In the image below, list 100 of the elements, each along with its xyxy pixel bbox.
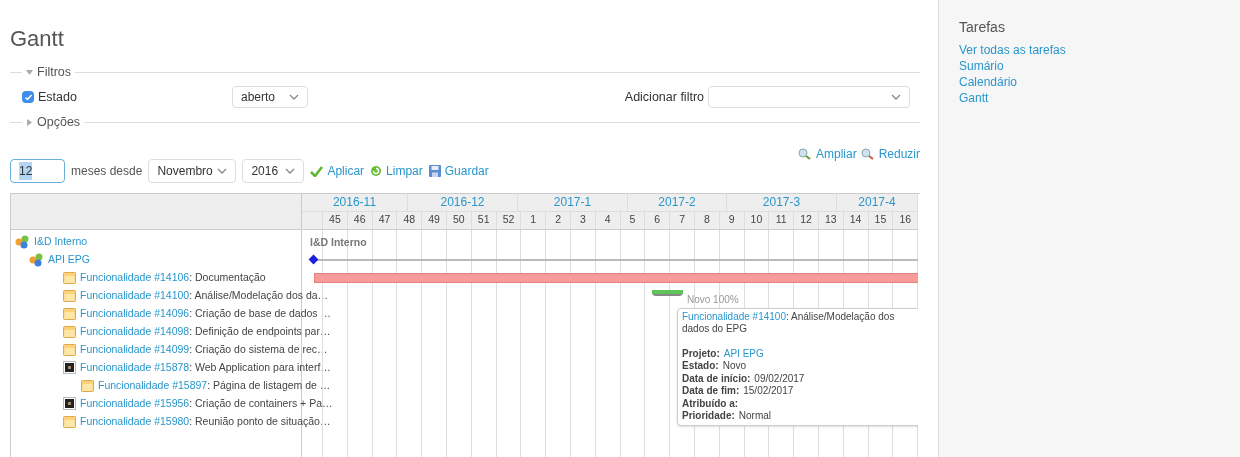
sidebar-link[interactable]: Sumário <box>959 58 1220 74</box>
week-header: 14 <box>843 211 869 229</box>
add-filter-label: Adicionar filtro <box>624 88 704 106</box>
sidebar-link[interactable]: Calendário <box>959 74 1220 90</box>
field-value: Novo <box>722 360 747 373</box>
folder-icon <box>63 343 76 356</box>
chevron-down-icon <box>217 168 228 175</box>
week-header: 12 <box>794 211 819 229</box>
status-select[interactable]: aberto <box>232 86 308 109</box>
week-header: 5 <box>620 211 646 229</box>
issue-subject: : Análise/Modelação dos da… <box>189 287 329 303</box>
week-header: 47 <box>372 211 398 229</box>
issue-subject: : Reunião ponto de situação… <box>189 413 331 429</box>
page-title: Gantt <box>10 25 65 53</box>
week-header: 2 <box>546 211 571 229</box>
filter-label: Estado <box>38 88 77 106</box>
field-value[interactable]: API EPG <box>723 347 764 361</box>
chevron-down-icon <box>891 94 901 101</box>
week-header: 10 <box>744 211 770 229</box>
folder-icon <box>81 379 94 392</box>
field-value: 15/02/2017 <box>743 385 794 398</box>
caret-down-icon <box>26 68 33 76</box>
folder-icon <box>63 325 76 338</box>
section-toggle[interactable]: Opções <box>26 112 81 132</box>
week-header: 1 <box>521 211 547 229</box>
zoom-out-link[interactable]: Reduzir <box>860 145 920 164</box>
months-field[interactable]: 12 <box>10 159 65 184</box>
issue-link[interactable]: Funcionalidade #15897 <box>98 377 208 394</box>
issue-subject: : Definição de endpoints par… <box>189 323 331 339</box>
week-header: 7 <box>670 211 695 229</box>
check-icon <box>23 92 33 102</box>
sidebar-link[interactable]: Gantt <box>959 90 1220 106</box>
week-header: 51 <box>471 211 497 229</box>
month-header[interactable]: 2017-1 <box>518 193 628 211</box>
field-label: Data de fim: <box>682 385 740 398</box>
project-label: I&D Interno <box>310 234 367 250</box>
month-header[interactable]: 2016-12 <box>408 193 518 211</box>
field-value: 09/02/2017 <box>754 372 805 386</box>
checkbox[interactable] <box>22 91 34 104</box>
issue-subject: : Criação do sistema de rec… <box>189 341 328 357</box>
save-link[interactable]: Guardar <box>428 162 489 181</box>
issue-subject: : Página de listagem de … <box>207 377 331 393</box>
week-header: 50 <box>447 211 472 229</box>
week-header: 6 <box>645 211 671 229</box>
image-icon <box>63 361 76 375</box>
issue-subject: : Criação de base de dados … <box>189 305 332 321</box>
project-link[interactable]: API EPG <box>48 251 90 268</box>
image-icon <box>63 397 76 411</box>
folder-icon <box>63 271 76 284</box>
field-value: Normal <box>738 410 772 423</box>
folder-icon <box>63 415 76 428</box>
sidebar-link[interactable]: Ver todas as tarefas <box>959 42 1220 58</box>
chevron-down-icon <box>285 168 296 175</box>
issue-subject: : Web Application para interf… <box>189 359 331 375</box>
week-header: 9 <box>719 211 745 229</box>
month-header[interactable]: 2017-4 <box>837 193 918 211</box>
week-header: 45 <box>323 211 348 229</box>
check-icon <box>310 165 324 177</box>
week-header: 15 <box>868 211 894 229</box>
issue-link[interactable]: Funcionalidade #14100 <box>682 310 786 322</box>
project-icon <box>29 252 44 267</box>
week-header: 11 <box>769 211 795 229</box>
field-label: Atribuído a: <box>682 397 739 411</box>
week-header: 48 <box>397 211 423 229</box>
week-header: 3 <box>570 211 596 229</box>
sidebar-title: Tarefas <box>959 18 1006 37</box>
week-header: 16 <box>893 211 918 229</box>
month-header[interactable]: 2017-3 <box>727 193 837 211</box>
zoom-in-link[interactable]: Ampliar <box>797 145 857 164</box>
week-header: 8 <box>694 211 720 229</box>
chevron-down-icon <box>289 94 299 101</box>
clear-link[interactable]: Limpar <box>370 162 423 181</box>
field-label: Projeto: <box>682 347 720 361</box>
project-link[interactable]: I&D Interno <box>34 233 88 250</box>
issue-subject: : Criação de containers + Pa… <box>189 395 333 411</box>
apply-link[interactable]: Aplicar <box>310 162 365 181</box>
field-label: Estado: <box>682 360 719 373</box>
section-toggle[interactable]: Filtros <box>26 63 72 82</box>
magnifier-icon <box>797 148 812 161</box>
refresh-icon <box>370 165 383 178</box>
field-label: Data de início: <box>682 372 751 386</box>
week-header: 46 <box>347 211 373 229</box>
folder-icon <box>63 307 76 320</box>
project-icon <box>15 234 30 249</box>
month-select[interactable]: Novembro <box>148 159 237 184</box>
week-header: 13 <box>818 211 844 229</box>
folder-icon <box>63 289 76 302</box>
caret-right-icon <box>26 118 33 126</box>
week-header: 4 <box>595 211 621 229</box>
month-header[interactable]: 2016-11 <box>302 193 408 211</box>
issue-subject: : Documentação <box>189 269 266 285</box>
month-header[interactable]: 2017-2 <box>628 193 727 211</box>
field-label: Prioridade: <box>682 410 735 423</box>
week-header: 49 <box>422 211 447 229</box>
late-bar[interactable] <box>314 272 918 283</box>
months-label: meses desde <box>71 163 143 181</box>
magnifier-icon <box>860 148 875 161</box>
tooltip-title: Funcionalidade #14100: Análise/Modelação dos dados do EPG <box>682 310 896 336</box>
task-status: Novo 100% <box>687 292 739 307</box>
year-select[interactable]: 2016 <box>242 159 305 184</box>
